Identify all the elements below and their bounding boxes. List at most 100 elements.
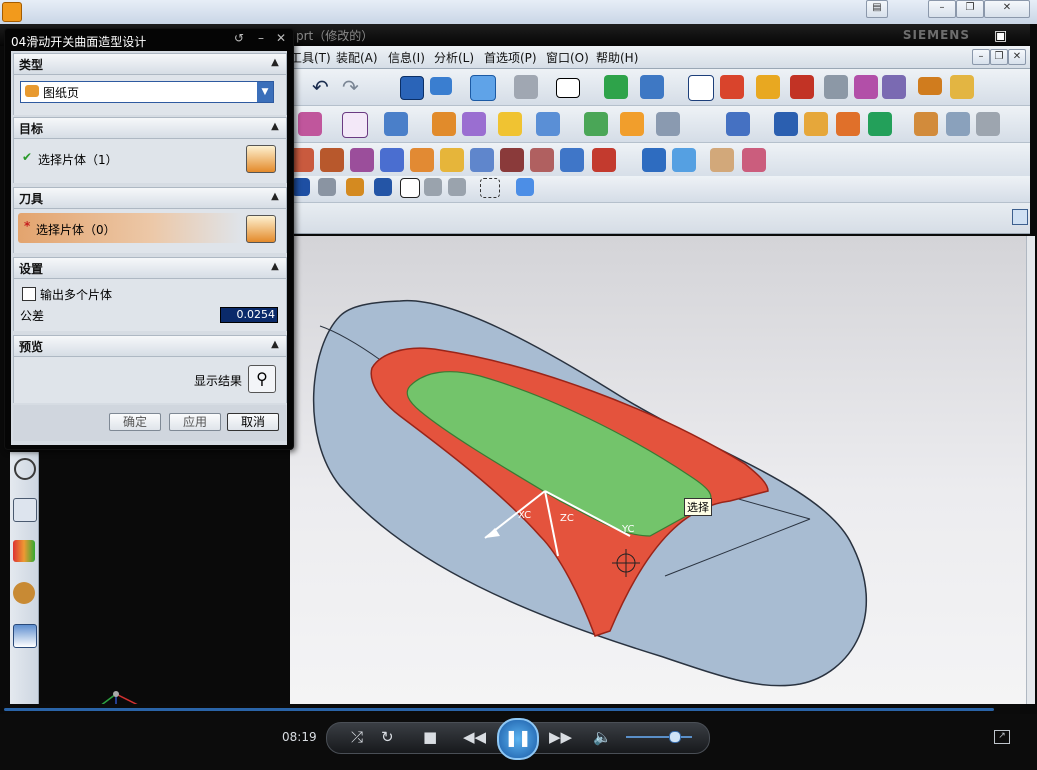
quilt-icon[interactable] <box>868 112 892 136</box>
lasso-icon[interactable] <box>424 178 442 196</box>
reverse-normal-icon[interactable] <box>836 112 860 136</box>
apply-button[interactable]: 应用 <box>169 413 221 431</box>
bounded-plane-icon[interactable] <box>620 112 644 136</box>
csys-icon[interactable] <box>720 75 744 99</box>
view-fit-icon[interactable] <box>1012 209 1028 225</box>
replace-face-icon[interactable] <box>560 148 584 172</box>
collapse-icon[interactable]: ▲ <box>268 56 282 70</box>
move-face-icon[interactable] <box>592 148 616 172</box>
shuffle-icon[interactable]: ⤮ <box>351 728 363 746</box>
pattern-icon[interactable] <box>672 148 696 172</box>
offset-face-icon[interactable] <box>656 112 680 136</box>
cancel-button[interactable]: 取消 <box>227 413 279 431</box>
emboss-icon[interactable] <box>500 148 524 172</box>
previous-icon[interactable]: ◀◀ <box>463 728 486 746</box>
edit-object-icon[interactable] <box>882 75 906 99</box>
part-navigator-icon[interactable] <box>13 498 37 522</box>
sew-icon[interactable] <box>726 112 750 136</box>
wave-link-icon[interactable] <box>742 148 766 172</box>
volume-slider[interactable] <box>626 736 692 738</box>
repeat-icon[interactable]: ↻ <box>381 728 394 746</box>
system-scene-icon[interactable] <box>13 624 37 648</box>
dialog-close-icon[interactable]: ✕ <box>273 31 289 47</box>
face-blend-icon[interactable] <box>320 148 344 172</box>
collapse-icon[interactable]: ▲ <box>268 190 282 204</box>
section-type[interactable]: 类型 ▲ <box>13 53 287 75</box>
filter-dropdown-icon[interactable] <box>292 178 310 196</box>
menu-analysis[interactable]: 分析(L) <box>434 49 474 66</box>
chamfer-icon[interactable] <box>410 148 434 172</box>
redirect-icon[interactable] <box>374 178 392 196</box>
ok-button[interactable]: 确定 <box>109 413 161 431</box>
dialog-reset-icon[interactable]: ↺ <box>231 31 247 47</box>
draft-icon[interactable] <box>440 148 464 172</box>
styled-blend-icon[interactable] <box>380 148 404 172</box>
enlarge-icon[interactable] <box>804 112 828 136</box>
trimmed-sheet-icon[interactable] <box>584 112 608 136</box>
viewport-scrollbar[interactable] <box>1026 236 1035 704</box>
snap-icon[interactable] <box>824 75 848 99</box>
soft-blend-icon[interactable] <box>350 148 374 172</box>
graphics-viewport[interactable]: ZC XC YC 选择 <box>290 236 1026 704</box>
background-color-icon[interactable] <box>556 78 580 98</box>
section-icon[interactable] <box>854 75 878 99</box>
menu-help[interactable]: 帮助(H) <box>596 49 638 66</box>
rect-select-icon[interactable] <box>480 178 500 198</box>
select-sheet-icon[interactable] <box>246 145 276 173</box>
collapse-icon[interactable]: ▲ <box>268 260 282 274</box>
menu-window[interactable]: 窗口(O) <box>546 49 589 66</box>
measure-icon[interactable] <box>756 75 780 99</box>
view-icon[interactable] <box>430 77 452 95</box>
dialog-minimize-icon[interactable]: – <box>253 31 269 47</box>
magnifier-icon[interactable]: ⚲ <box>248 365 276 393</box>
fullscreen-icon[interactable]: ↗ <box>994 730 1010 744</box>
doc-minimize-button[interactable]: – <box>972 49 990 65</box>
extension-icon[interactable] <box>498 112 522 136</box>
law-ext-icon[interactable] <box>536 112 560 136</box>
next-icon[interactable]: ▶▶ <box>549 728 572 746</box>
volume-knob[interactable] <box>668 731 681 743</box>
orient-icon[interactable] <box>604 75 628 99</box>
menu-info[interactable]: 信息(I) <box>388 49 425 66</box>
type-dropdown[interactable]: 图纸页 ▼ <box>20 81 274 103</box>
doc-restore-button[interactable]: ❐ <box>990 49 1008 65</box>
menu-preferences[interactable]: 首选项(P) <box>484 49 537 66</box>
mirror-icon[interactable] <box>642 148 666 172</box>
close-button[interactable]: ✕ <box>984 0 1030 18</box>
redo-icon[interactable]: ↷ <box>342 75 366 99</box>
triangle-icon[interactable] <box>950 75 974 99</box>
thicken-icon[interactable] <box>914 112 938 136</box>
section-settings[interactable]: 设置 ▲ <box>13 257 287 279</box>
palette-icon[interactable] <box>13 540 35 562</box>
collapse-icon[interactable]: ▲ <box>268 338 282 352</box>
shaded-view-icon[interactable] <box>470 75 496 101</box>
output-multiple-checkbox[interactable] <box>22 287 36 301</box>
extract-icon[interactable] <box>710 148 734 172</box>
swept-icon[interactable] <box>432 112 456 136</box>
selection-scope-icon[interactable] <box>318 178 336 196</box>
doc-close-button[interactable]: ✕ <box>1008 49 1026 65</box>
tolerance-input[interactable]: 0.0254 <box>220 307 278 323</box>
target-select-label[interactable]: 选择片体（1） <box>38 151 118 168</box>
offset-region-icon[interactable] <box>530 148 554 172</box>
trim-body-icon[interactable] <box>976 112 1000 136</box>
history-clock-icon[interactable] <box>14 458 36 480</box>
tool-select-highlight[interactable]: * 选择片体（0） <box>18 213 242 243</box>
split-body-icon[interactable] <box>946 112 970 136</box>
layout-toggle-icon[interactable]: ▤ <box>866 0 888 18</box>
menu-assembly[interactable]: 装配(A) <box>336 49 378 66</box>
ruler-icon[interactable] <box>918 77 942 95</box>
undo-icon[interactable]: ↶ <box>312 75 336 99</box>
render-style-icon[interactable] <box>514 75 538 99</box>
snap-point-icon[interactable] <box>346 178 364 196</box>
ruled-icon[interactable] <box>342 112 368 138</box>
nx-layout-icon[interactable]: ▣ <box>994 28 1024 44</box>
fit-view-icon[interactable] <box>400 76 424 100</box>
chevron-down-icon[interactable]: ▼ <box>257 82 273 102</box>
curve-mesh-icon[interactable] <box>298 112 322 136</box>
through-curves-icon[interactable] <box>384 112 408 136</box>
wcs-icon[interactable] <box>688 75 714 101</box>
body-filter-icon[interactable] <box>516 178 534 196</box>
volume-icon[interactable]: 🔈 <box>593 728 612 746</box>
analysis-icon[interactable] <box>790 75 814 99</box>
